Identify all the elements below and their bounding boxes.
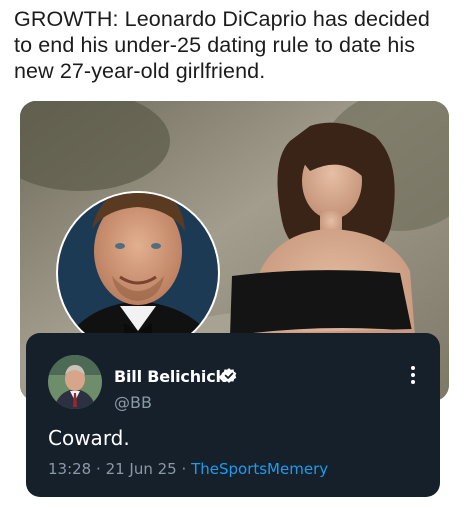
tweet-date[interactable]: 21 Jun 25 [106,460,177,478]
more-options-icon[interactable] [407,363,419,387]
display-name[interactable]: Bill Belichick [114,367,226,386]
tweet-source-link[interactable]: TheSportsMemery [191,460,328,478]
handle[interactable]: @BB [114,393,152,412]
headline: GROWTH: Leonardo DiCaprio has decided to… [14,7,430,83]
tweet-meta: 13:28 · 21 Jun 25 · TheSportsMemery [48,460,328,478]
tweet-card[interactable]: Bill Belichick @BB Coward. 13:28 · 21 Ju… [26,333,440,497]
tweet-text: Coward. [48,426,130,450]
avatar[interactable] [48,355,102,409]
tweet-time[interactable]: 13:28 [48,460,91,478]
meta-separator: · [181,460,187,478]
verified-badge-icon [220,367,238,385]
meta-separator: · [96,460,101,478]
